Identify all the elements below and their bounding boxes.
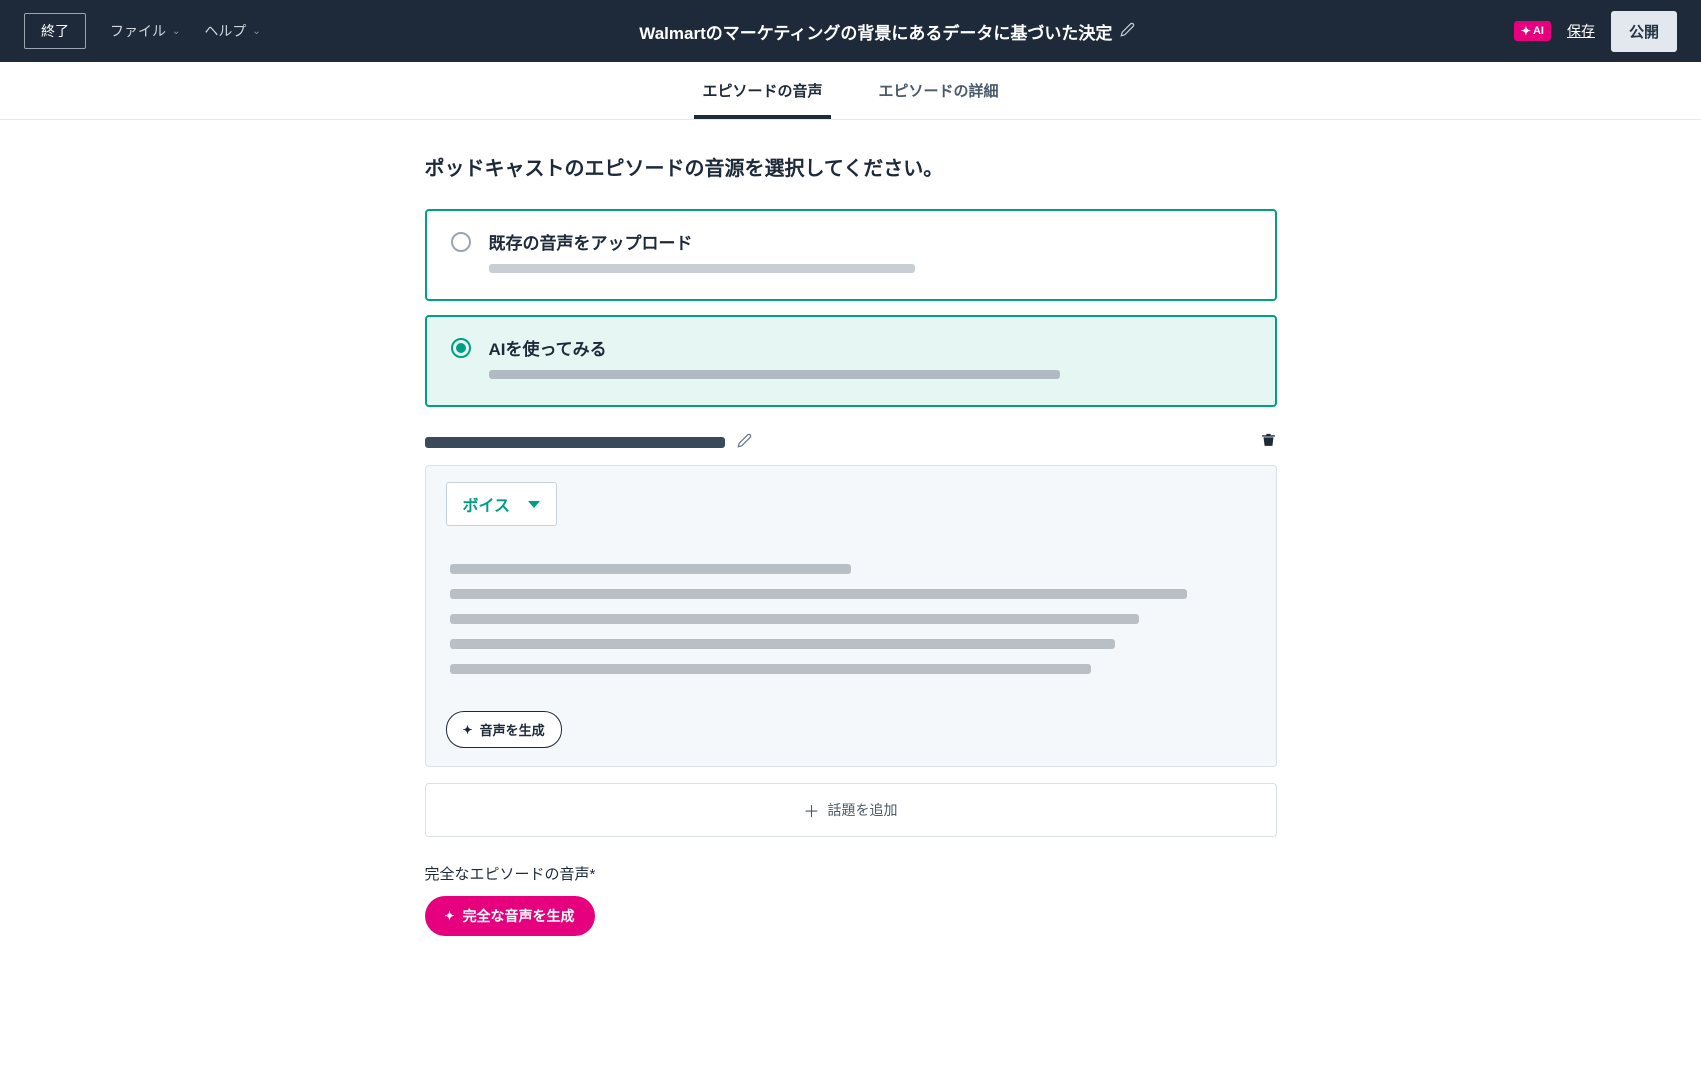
- placeholder-line: [450, 664, 1092, 674]
- ai-badge-label: AI: [1533, 25, 1544, 37]
- option-use-ai[interactable]: AIを使ってみる: [425, 315, 1277, 407]
- option-ai-title: AIを使ってみる: [489, 335, 1251, 360]
- option-upload-title: 既存の音声をアップロード: [489, 229, 1251, 254]
- voice-dropdown-label: ボイス: [463, 492, 511, 516]
- help-menu-label: ヘルプ: [204, 21, 246, 41]
- generate-audio-button[interactable]: ✦ 音声を生成: [446, 711, 562, 748]
- section-header-left: [425, 433, 752, 452]
- file-menu-label: ファイル: [110, 21, 166, 41]
- topbar-right: ✦ AI 保存 公開: [1514, 11, 1677, 52]
- add-topic-label: 話題を追加: [828, 800, 898, 820]
- placeholder-line: [489, 264, 916, 273]
- voice-panel: ボイス ✦ 音声を生成: [425, 465, 1277, 767]
- tab-episode-audio[interactable]: エピソードの音声: [694, 62, 830, 119]
- placeholder-line: [450, 589, 1188, 599]
- page-heading: ポッドキャストのエピソードの音源を選択してください。: [425, 152, 1277, 181]
- option-body: 既存の音声をアップロード: [489, 229, 1251, 281]
- section-header: [425, 431, 1277, 453]
- delete-section-icon[interactable]: [1260, 431, 1277, 453]
- placeholder-line: [450, 614, 1140, 624]
- voice-dropdown[interactable]: ボイス: [446, 482, 558, 526]
- section-title-placeholder: [425, 437, 725, 448]
- save-button[interactable]: 保存: [1567, 21, 1595, 41]
- content-container: ポッドキャストのエピソードの音源を選択してください。 既存の音声をアップロード …: [401, 120, 1301, 976]
- sparkle-icon: ✦: [445, 909, 455, 923]
- chevron-down-icon: ⌄: [172, 26, 180, 37]
- option-body: AIを使ってみる: [489, 335, 1251, 387]
- option-upload-audio[interactable]: 既存の音声をアップロード: [425, 209, 1277, 301]
- placeholder-line: [489, 370, 1061, 379]
- exit-button[interactable]: 終了: [24, 13, 86, 49]
- tab-episode-details[interactable]: エピソードの詳細: [871, 62, 1007, 119]
- tabbar: エピソードの音声 エピソードの詳細: [0, 62, 1701, 120]
- generate-audio-label: 音声を生成: [480, 720, 545, 739]
- page-title: Walmartのマーケティングの背景にあるデータに基づいた決定: [639, 19, 1112, 44]
- help-menu[interactable]: ヘルプ ⌄: [204, 21, 260, 41]
- generate-full-audio-label: 完全な音声を生成: [463, 906, 575, 926]
- caret-down-icon: [528, 501, 540, 508]
- sparkle-icon: ✦: [463, 723, 473, 737]
- radio-upload[interactable]: [451, 232, 471, 252]
- topbar: 終了 ファイル ⌄ ヘルプ ⌄ Walmartのマーケティングの背景にあるデータ…: [0, 0, 1701, 62]
- placeholder-line: [450, 564, 851, 574]
- add-topic-button[interactable]: ＋ 話題を追加: [425, 783, 1277, 837]
- publish-button[interactable]: 公開: [1611, 11, 1677, 52]
- full-audio-heading: 完全なエピソードの音声*: [425, 863, 1277, 884]
- chevron-down-icon: ⌄: [252, 26, 260, 37]
- sparkle-icon: ✦: [1521, 24, 1531, 38]
- radio-use-ai[interactable]: [451, 338, 471, 358]
- generate-full-audio-button[interactable]: ✦ 完全な音声を生成: [425, 896, 595, 936]
- plus-icon: ＋: [803, 798, 819, 822]
- script-text-area[interactable]: [446, 564, 1256, 674]
- file-menu[interactable]: ファイル ⌄: [110, 21, 180, 41]
- edit-section-icon[interactable]: [737, 433, 752, 452]
- ai-badge[interactable]: ✦ AI: [1514, 21, 1551, 41]
- edit-title-icon[interactable]: [1120, 22, 1135, 41]
- page-title-area: Walmartのマーケティングの背景にあるデータに基づいた決定: [285, 19, 1490, 44]
- placeholder-line: [450, 639, 1116, 649]
